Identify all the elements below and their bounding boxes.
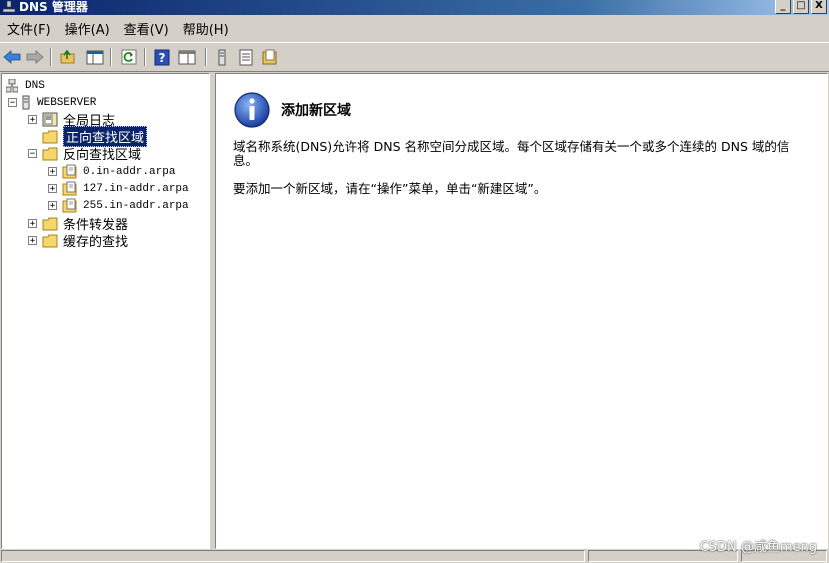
- menu-view[interactable]: 查看(V): [118, 19, 177, 38]
- zone-file-icon: [62, 198, 78, 213]
- tree-item-webserver[interactable]: − WEBSERVER: [8, 94, 96, 111]
- description-text: 域名称系统(DNS)允许将 DNS 名称空间分成区域。每个区域存储有关一个或多个…: [233, 139, 790, 168]
- forward-arrow-icon[interactable]: [25, 48, 45, 66]
- tree-item-forward-zones[interactable]: 正向查找区域: [28, 126, 148, 147]
- collapse-toggle[interactable]: −: [8, 98, 17, 108]
- tree-item-reverse-zones[interactable]: − 反向查找区域: [28, 145, 142, 163]
- tree-item-dns[interactable]: DNS: [6, 77, 45, 94]
- tree-label-cached-lookups: 缓存的查找: [63, 235, 129, 250]
- tree-item-reverse-zone[interactable]: + 127.in-addr.arpa: [48, 180, 189, 197]
- expand-toggle[interactable]: +: [28, 115, 37, 125]
- maximize-button[interactable]: □: [793, 0, 809, 14]
- expand-toggle[interactable]: +: [48, 167, 57, 177]
- event-log-icon: [42, 112, 58, 127]
- expand-toggle[interactable]: +: [28, 236, 37, 246]
- tree-item-reverse-zone[interactable]: + 0.in-addr.arpa: [48, 163, 175, 180]
- tree-label-reverse-zones: 反向查找区域: [63, 148, 142, 163]
- console-tree[interactable]: DNS − WEBSERVER + 全局日志 正向查找区域 − 反向查找区域 +: [1, 73, 210, 549]
- expand-toggle[interactable]: +: [28, 219, 37, 229]
- properties-icon[interactable]: [177, 48, 197, 66]
- instruction-text: 要添加一个新区域，请在“操作”菜单，单击“新建区域”。: [233, 181, 547, 196]
- info-icon: [233, 91, 271, 129]
- window-title: DNS 管理器: [19, 0, 88, 14]
- page-heading: 添加新区域: [281, 103, 351, 119]
- help-icon[interactable]: ?: [152, 48, 172, 66]
- show-hide-tree-icon[interactable]: [85, 48, 105, 66]
- tree-label-reverse-zone: 0.in-addr.arpa: [83, 165, 176, 178]
- zone-file-icon: [62, 164, 78, 179]
- folder-icon: [42, 233, 58, 248]
- title-bar: DNS 管理器 _ □ X: [0, 0, 829, 15]
- server-icon[interactable]: [212, 48, 232, 66]
- zone-file-icon: [62, 181, 78, 196]
- server-icon: [22, 95, 32, 110]
- toolbar: ?: [0, 42, 829, 72]
- tree-label-dns: DNS: [25, 79, 45, 92]
- tree-label-reverse-zone: 255.in-addr.arpa: [83, 199, 189, 212]
- dns-app-icon: [2, 0, 16, 13]
- zone-icon[interactable]: [260, 48, 280, 66]
- refresh-icon[interactable]: [119, 48, 139, 66]
- folder-icon: [42, 216, 58, 231]
- list-icon[interactable]: [236, 48, 256, 66]
- up-folder-icon[interactable]: [58, 48, 78, 66]
- status-panel-main: [1, 550, 585, 562]
- back-arrow-icon[interactable]: [2, 48, 22, 66]
- expand-toggle[interactable]: +: [48, 201, 57, 211]
- tree-label-reverse-zone: 127.in-addr.arpa: [83, 182, 189, 195]
- close-button[interactable]: X: [811, 0, 827, 14]
- folder-icon: [42, 129, 58, 144]
- menu-help[interactable]: 帮助(H): [177, 19, 237, 38]
- minimize-button[interactable]: _: [775, 0, 791, 14]
- tree-label-webserver: WEBSERVER: [37, 96, 97, 109]
- menu-bar: 文件(F) 操作(A) 查看(V) 帮助(H): [0, 15, 829, 42]
- dns-root-icon: [6, 78, 20, 93]
- expand-toggle[interactable]: +: [48, 184, 57, 194]
- tree-item-reverse-zone[interactable]: + 255.in-addr.arpa: [48, 197, 189, 214]
- menu-action[interactable]: 操作(A): [59, 19, 118, 38]
- details-pane: 添加新区域 域名称系统(DNS)允许将 DNS 名称空间分成区域。每个区域存储有…: [215, 73, 828, 549]
- menu-file[interactable]: 文件(F): [0, 19, 59, 38]
- svg-text:?: ?: [159, 51, 166, 65]
- watermark: CSDN @咸鱼meng: [699, 540, 817, 555]
- folder-icon: [42, 146, 58, 161]
- collapse-toggle[interactable]: −: [28, 149, 37, 159]
- tree-item-conditional-forwarders[interactable]: + 条件转发器: [28, 215, 128, 233]
- tree-item-cached-lookups[interactable]: + 缓存的查找: [28, 232, 129, 250]
